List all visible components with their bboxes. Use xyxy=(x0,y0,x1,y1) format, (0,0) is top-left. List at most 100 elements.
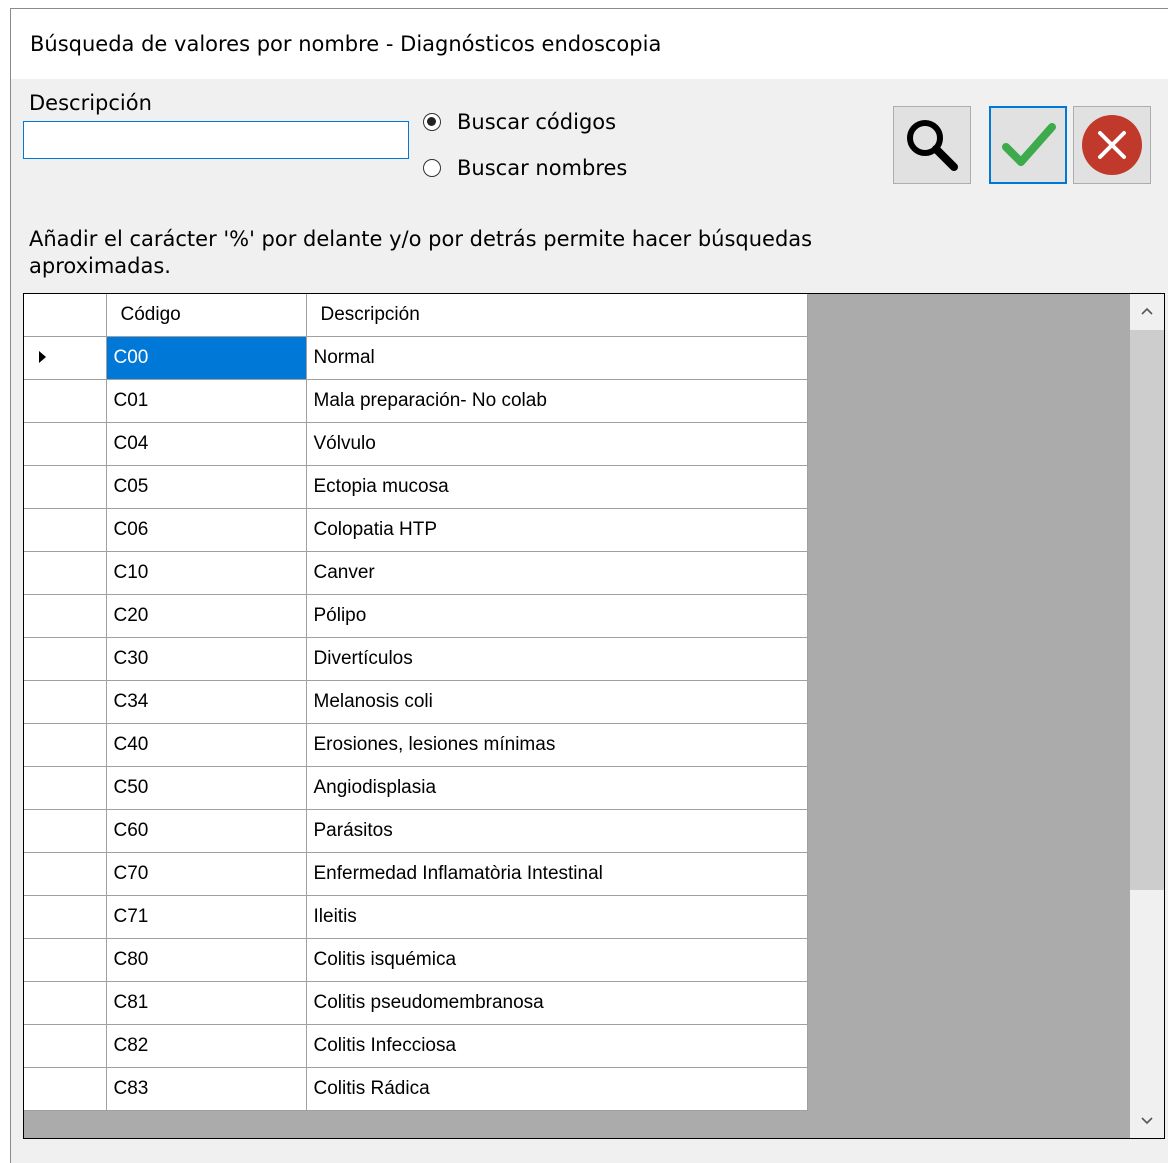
table-row[interactable]: C81 Colitis pseudomembranosa xyxy=(24,981,808,1025)
row-header-cell[interactable] xyxy=(24,465,107,509)
table-row[interactable]: C06 Colopatia HTP xyxy=(24,508,808,552)
table-row[interactable]: C00 Normal xyxy=(24,336,808,380)
code-cell[interactable]: C50 xyxy=(106,766,307,810)
row-header-cell[interactable] xyxy=(24,766,107,810)
code-cell[interactable]: C30 xyxy=(106,637,307,681)
description-cell[interactable]: Angiodisplasia xyxy=(306,766,808,810)
description-cell[interactable]: Colitis Rádica xyxy=(306,1067,808,1111)
search-dialog: Búsqueda de valores por nombre - Diagnós… xyxy=(10,8,1168,1163)
radio-search-names-label: Buscar nombres xyxy=(457,156,628,180)
row-header-cell[interactable] xyxy=(24,336,107,380)
code-cell[interactable]: C70 xyxy=(106,852,307,896)
row-header-cell[interactable] xyxy=(24,379,107,423)
description-cell[interactable]: Pólipo xyxy=(306,594,808,638)
row-header-corner xyxy=(24,294,107,337)
description-cell[interactable]: Colitis isquémica xyxy=(306,938,808,982)
row-header-cell[interactable] xyxy=(24,938,107,982)
description-label: Descripción xyxy=(29,91,152,115)
table-row[interactable]: C82 Colitis Infecciosa xyxy=(24,1024,808,1068)
code-cell[interactable]: C60 xyxy=(106,809,307,853)
table-row[interactable]: C70 Enfermedad Inflamatòria Intestinal xyxy=(24,852,808,896)
results-table: Código Descripción C00 Normal C01 Mala prep… xyxy=(24,294,808,1111)
description-cell[interactable]: Enfermedad Inflamatòria Intestinal xyxy=(306,852,808,896)
description-cell[interactable]: Parásitos xyxy=(306,809,808,853)
row-header-cell[interactable] xyxy=(24,422,107,466)
description-cell[interactable]: Divertículos xyxy=(306,637,808,681)
description-cell[interactable]: Colitis pseudomembranosa xyxy=(306,981,808,1025)
code-cell[interactable]: C01 xyxy=(106,379,307,423)
description-cell[interactable]: Colopatia HTP xyxy=(306,508,808,552)
table-row[interactable]: C05 Ectopia mucosa xyxy=(24,465,808,509)
row-header-cell[interactable] xyxy=(24,680,107,724)
table-row[interactable]: C04 Vólvulo xyxy=(24,422,808,466)
checkmark-icon xyxy=(1002,123,1056,166)
radio-search-codes-label: Buscar códigos xyxy=(457,110,617,134)
row-header-cell[interactable] xyxy=(24,508,107,552)
row-header-cell[interactable] xyxy=(24,1024,107,1068)
description-cell[interactable]: Normal xyxy=(306,336,808,380)
description-cell[interactable]: Melanosis coli xyxy=(306,680,808,724)
table-row[interactable]: C60 Parásitos xyxy=(24,809,808,853)
table-row[interactable]: C71 Ileitis xyxy=(24,895,808,939)
description-cell[interactable]: Mala preparación- No colab xyxy=(306,379,808,423)
row-header-cell[interactable] xyxy=(24,981,107,1025)
table-row[interactable]: C10 Canver xyxy=(24,551,808,595)
scrollbar-thumb[interactable] xyxy=(1130,330,1164,890)
results-grid: Código Descripción C00 Normal C01 Mala prep… xyxy=(23,293,1165,1139)
description-cell[interactable]: Ectopia mucosa xyxy=(306,465,808,509)
row-header-cell[interactable] xyxy=(24,895,107,939)
code-cell[interactable]: C10 xyxy=(106,551,307,595)
table-row[interactable]: C50 Angiodisplasia xyxy=(24,766,808,810)
accept-button[interactable] xyxy=(989,106,1067,184)
code-cell[interactable]: C83 xyxy=(106,1067,307,1111)
cancel-button[interactable] xyxy=(1073,106,1151,184)
table-row[interactable]: C20 Pólipo xyxy=(24,594,808,638)
dialog-title: Búsqueda de valores por nombre - Diagnós… xyxy=(11,9,1168,79)
scroll-up-arrow[interactable] xyxy=(1130,294,1164,328)
code-cell[interactable]: C06 xyxy=(106,508,307,552)
close-circle-icon xyxy=(1082,115,1142,175)
column-header-code[interactable]: Código xyxy=(106,294,307,337)
row-header-cell[interactable] xyxy=(24,723,107,767)
description-cell[interactable]: Ileitis xyxy=(306,895,808,939)
radio-circle-icon xyxy=(423,113,441,131)
code-cell[interactable]: C04 xyxy=(106,422,307,466)
code-cell[interactable]: C81 xyxy=(106,981,307,1025)
table-row[interactable]: C80 Colitis isquémica xyxy=(24,938,808,982)
current-row-indicator-icon xyxy=(39,350,46,363)
code-cell[interactable]: C80 xyxy=(106,938,307,982)
scroll-down-arrow[interactable] xyxy=(1130,1104,1164,1138)
radio-search-codes[interactable]: Buscar códigos xyxy=(423,110,616,134)
row-header-cell[interactable] xyxy=(24,551,107,595)
radio-search-names[interactable]: Buscar nombres xyxy=(423,156,627,180)
table-row[interactable]: C40 Erosiones, lesiones mínimas xyxy=(24,723,808,767)
code-cell[interactable]: C82 xyxy=(106,1024,307,1068)
table-row[interactable]: C34 Melanosis coli xyxy=(24,680,808,724)
table-row[interactable]: C83 Colitis Rádica xyxy=(24,1067,808,1111)
vertical-scrollbar[interactable] xyxy=(1130,294,1164,1138)
code-cell[interactable]: C34 xyxy=(106,680,307,724)
radio-circle-icon xyxy=(423,159,441,177)
code-cell[interactable]: C00 xyxy=(106,336,307,380)
code-cell[interactable]: C05 xyxy=(106,465,307,509)
description-cell[interactable]: Canver xyxy=(306,551,808,595)
row-header-cell[interactable] xyxy=(24,852,107,896)
code-cell[interactable]: C40 xyxy=(106,723,307,767)
code-cell[interactable]: C20 xyxy=(106,594,307,638)
search-icon xyxy=(907,120,958,171)
search-hint-text: Añadir el carácter '%' por delante y/o p… xyxy=(29,227,813,278)
table-row[interactable]: C01 Mala preparación- No colab xyxy=(24,379,808,423)
description-cell[interactable]: Erosiones, lesiones mínimas xyxy=(306,723,808,767)
column-header-description[interactable]: Descripción xyxy=(306,294,808,337)
code-cell[interactable]: C71 xyxy=(106,895,307,939)
description-cell[interactable]: Vólvulo xyxy=(306,422,808,466)
search-button[interactable] xyxy=(893,106,971,184)
table-row[interactable]: C30 Divertículos xyxy=(24,637,808,681)
row-header-cell[interactable] xyxy=(24,1067,107,1111)
chevron-up-icon xyxy=(1141,307,1153,315)
description-input[interactable] xyxy=(23,121,409,159)
row-header-cell[interactable] xyxy=(24,594,107,638)
row-header-cell[interactable] xyxy=(24,637,107,681)
description-cell[interactable]: Colitis Infecciosa xyxy=(306,1024,808,1068)
row-header-cell[interactable] xyxy=(24,809,107,853)
